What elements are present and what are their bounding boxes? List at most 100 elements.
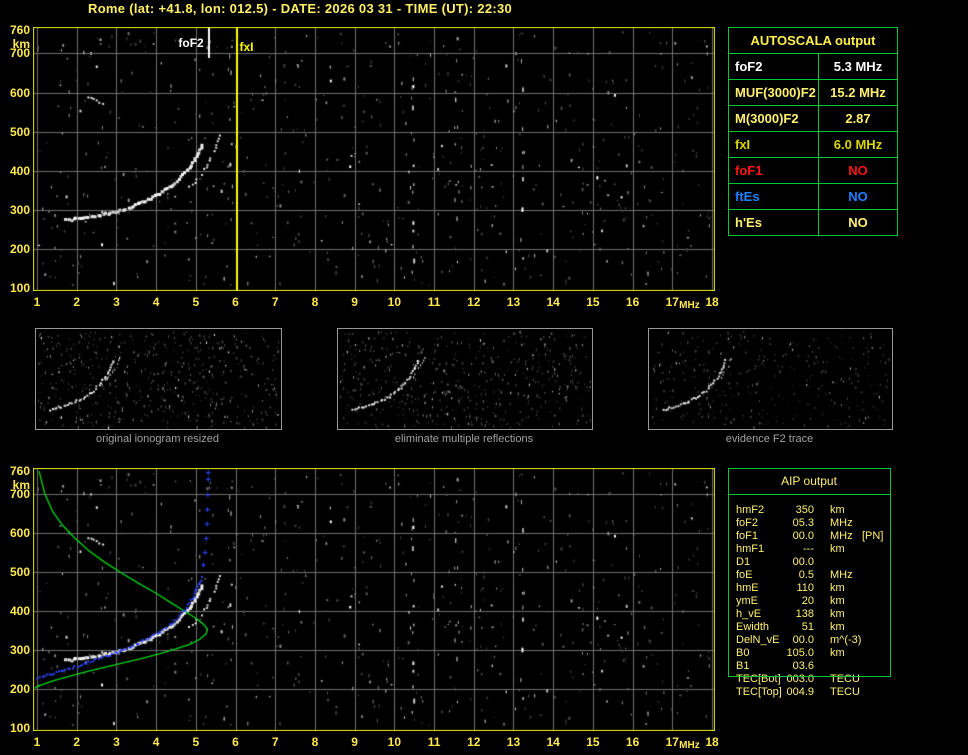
- x-tick-label: 4: [152, 295, 160, 309]
- x-axis-unit: MHz: [679, 300, 700, 311]
- autoscala-row-label: foF2: [728, 53, 819, 80]
- aip-row-value: 138: [795, 608, 814, 620]
- aip-row-hmf1: hmF1 --- km: [728, 543, 898, 556]
- aip-row-unit: km: [830, 595, 845, 607]
- x-tick-label: 2: [73, 735, 81, 749]
- x-tick-label: 9: [351, 735, 358, 749]
- thumbnail-evidence-canvas: [649, 329, 892, 429]
- thumbnail-caption-evidence: evidence F2 trace: [725, 433, 814, 445]
- aip-row-value: 51: [801, 621, 814, 633]
- autoscala-row-m3000f2: M(3000)F2 2.87: [728, 105, 898, 132]
- autoscala-row-value: 5.3 MHz: [818, 53, 898, 80]
- y-tick-label: 500: [9, 565, 30, 580]
- x-tick-label: 3: [113, 295, 120, 309]
- autoscala-row-muf3000f2: MUF(3000)F2 15.2 MHz: [728, 79, 898, 106]
- aip-row-delnve: DelN_vE 00.0 m^(-3): [728, 634, 898, 647]
- aip-row-hme: hmE 110 km: [728, 582, 898, 595]
- aip-row-value: 00.0: [792, 530, 814, 542]
- autoscala-screen: Rome (lat: +41.8, lon: 012.5) - DATE: 20…: [0, 0, 968, 755]
- aip-row-unit: TECU: [830, 673, 860, 685]
- autoscala-output-table: AUTOSCALA output foF2 5.3 MHz MUF(3000)F2 1…: [728, 27, 898, 236]
- y-tick-label: 760: [9, 464, 30, 478]
- aip-row-value: ---: [803, 543, 814, 555]
- aip-row-yme: ymE 20 km: [728, 595, 898, 608]
- x-tick-label: 14: [546, 295, 560, 309]
- thumbnail-eliminate-canvas: [338, 329, 592, 429]
- aip-row-unit: km: [830, 608, 845, 620]
- y-tick-label: 500: [9, 124, 30, 139]
- x-tick-label: 18: [705, 295, 719, 309]
- aip-row-unit: MHz: [830, 569, 853, 581]
- x-tick-label: 15: [586, 735, 600, 749]
- y-tick-label: 300: [9, 202, 30, 217]
- y-tick-label: 600: [9, 85, 30, 100]
- autoscala-row-label: h'Es: [728, 209, 819, 236]
- y-tick-label: 200: [9, 682, 30, 697]
- aip-row-unit: km: [830, 647, 845, 659]
- x-tick-label: 5: [192, 295, 200, 309]
- aip-row-note: [PN]: [862, 530, 884, 542]
- thumbnail-eliminate-reflections: [337, 328, 593, 430]
- y-tick-label: 400: [9, 163, 30, 178]
- foF2-marker-label: foF2: [178, 36, 204, 50]
- x-tick-label: 1: [33, 295, 41, 309]
- x-tick-label: 8: [311, 295, 319, 309]
- x-tick-label: 12: [467, 735, 481, 749]
- aip-row-unit: km: [830, 504, 845, 516]
- aip-row-b0: B0 105.0 km: [728, 647, 898, 660]
- thumbnail-caption-original: original ionogram resized: [96, 433, 219, 445]
- aip-row-unit: MHz: [830, 530, 853, 542]
- x-tick-label: 6: [232, 295, 239, 309]
- y-tick-label: 200: [9, 241, 30, 256]
- x-tick-label: 10: [387, 295, 402, 309]
- y-tick-label: 400: [9, 604, 30, 619]
- autoscala-row-fof2: foF2 5.3 MHz: [728, 53, 898, 80]
- thumbnail-caption-eliminate: eliminate multiple reflections: [394, 433, 534, 445]
- thumbnail-evidence-f2: [648, 328, 893, 430]
- x-tick-label: 16: [625, 295, 640, 309]
- aip-panel-header: AIP output: [781, 474, 837, 488]
- aip-row-fof2: foF2 05.3 MHz: [728, 517, 898, 530]
- autoscala-row-ftes: ftEs NO: [728, 183, 898, 210]
- aip-row-unit: m^(-3): [830, 634, 862, 646]
- autoscala-row-label: M(3000)F2: [728, 105, 819, 132]
- x-tick-label: 6: [232, 735, 239, 749]
- autoscala-row-value: 2.87: [818, 105, 898, 132]
- y-tick-label: 100: [9, 281, 30, 295]
- aip-row-value: 0.5: [798, 569, 814, 581]
- x-tick-label: 2: [73, 295, 81, 309]
- x-tick-label: 1: [33, 735, 41, 749]
- autoscala-row-label: foF1: [728, 157, 819, 184]
- x-tick-label: 7: [271, 295, 279, 309]
- x-tick-label: 7: [271, 735, 279, 749]
- x-tick-label: 16: [625, 735, 640, 749]
- autoscala-row-label: MUF(3000)F2: [728, 79, 819, 106]
- aip-row-unit: km: [830, 543, 845, 555]
- autoscala-row-value: 15.2 MHz: [818, 79, 898, 106]
- aip-row-unit: km: [830, 582, 845, 594]
- aip-row-d1: D1 00.0: [728, 556, 898, 569]
- aip-row-ewidth: Ewidth 51 km: [728, 621, 898, 634]
- autoscala-row-value: NO: [818, 157, 898, 184]
- autoscala-row-value: NO: [818, 183, 898, 210]
- aip-row-value: 20: [801, 595, 814, 607]
- x-axis-unit: MHz: [679, 740, 700, 751]
- x-tick-label: 9: [351, 295, 358, 309]
- x-tick-label: 8: [311, 735, 319, 749]
- autoscala-row-fof1: foF1 NO: [728, 157, 898, 184]
- x-tick-label: 13: [506, 295, 521, 309]
- aip-row-unit: MHz: [830, 517, 853, 529]
- aip-row-value: 003.0: [786, 673, 814, 685]
- aip-row-value: 110: [796, 582, 814, 594]
- aip-row-hmf2: hmF2 350 km: [728, 504, 898, 517]
- aip-row-unit: TECU: [830, 686, 860, 698]
- aip-row-tecbot: TEC[Bot] 003.0 TECU: [728, 673, 898, 686]
- aip-row-value: 05.3: [792, 517, 814, 529]
- y-tick-label: 760: [9, 23, 30, 37]
- aip-row-value: 105.0: [786, 647, 814, 659]
- x-tick-label: 12: [467, 295, 481, 309]
- aip-row-b1: B1 03.6: [728, 660, 898, 673]
- aip-row-value: 00.0: [792, 634, 814, 646]
- x-tick-label: 5: [192, 735, 200, 749]
- thumbnail-original-ionogram: [35, 328, 282, 430]
